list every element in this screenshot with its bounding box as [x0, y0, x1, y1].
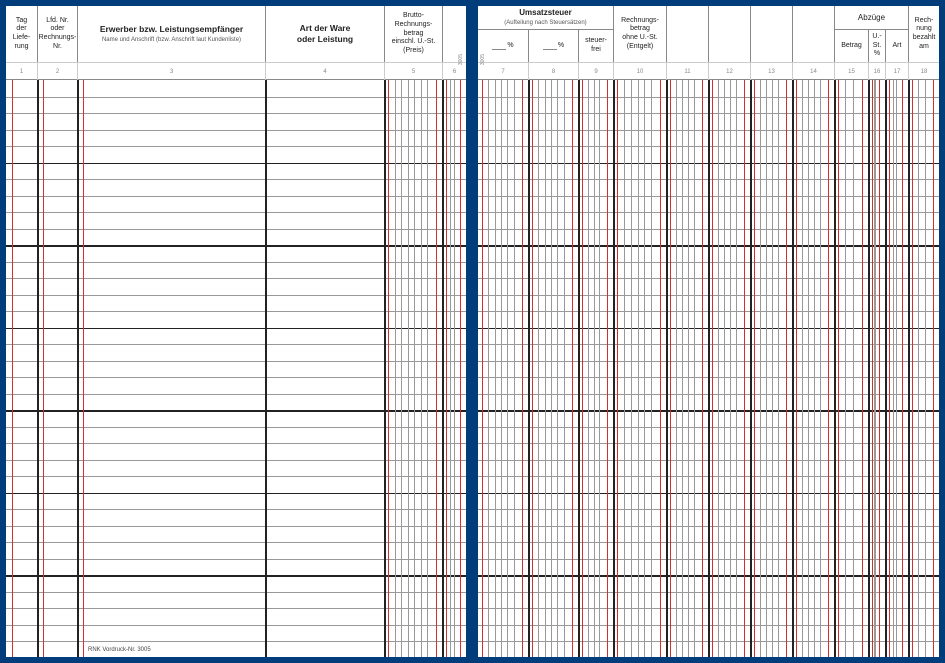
- grid-right: [478, 80, 939, 657]
- side-label-left: 3005: [458, 54, 464, 65]
- col-header-11: [666, 6, 708, 62]
- col-header-14: [792, 6, 834, 62]
- col-num-15: 15: [834, 63, 868, 81]
- col-header-2: Lfd. Nr.oderRechnungs-Nr.: [37, 6, 77, 62]
- col-num-6: 6: [442, 63, 466, 81]
- col-num-18: 18: [908, 63, 939, 81]
- col-header-10: Rechnungs-betragohne U.-St.(Entgelt): [613, 6, 666, 62]
- col-num-8: 8: [528, 63, 578, 81]
- group-umsatzsteuer: Umsatzsteuer(Aufteilung nach Steuersätze…: [478, 6, 613, 30]
- col-header-5: Brutto-Rechnungs-betrageinschl. U.-St.(P…: [384, 6, 442, 62]
- col-num-4: 4: [265, 63, 384, 81]
- col-num-2: 2: [37, 63, 77, 81]
- col-header-9: steuer-frei: [578, 30, 613, 62]
- col-header-4: Art der Wareoder Leistung: [265, 6, 384, 62]
- col-num-11: 11: [666, 63, 708, 81]
- col-header-8: %: [528, 30, 578, 62]
- col-num-12: 12: [708, 63, 750, 81]
- col-header-18: Rech-nungbezahltam: [908, 6, 939, 62]
- col-header-3: Erwerber bzw. LeistungsempfängerName und…: [77, 6, 265, 62]
- col-num-17: 17: [885, 63, 908, 81]
- header-left: TagderLiefe-rungLfd. Nr.oderRechnungs-Nr…: [6, 6, 466, 80]
- col-num-13: 13: [750, 63, 792, 81]
- ledger-page-left: TagderLiefe-rungLfd. Nr.oderRechnungs-Nr…: [6, 6, 466, 657]
- col-header-17: Art: [885, 30, 908, 62]
- col-num-7: 7: [478, 63, 528, 81]
- ledger-page-right: Umsatzsteuer(Aufteilung nach Steuersätze…: [478, 6, 939, 657]
- col-header-16: U.-St.%: [868, 30, 885, 62]
- header-right: Umsatzsteuer(Aufteilung nach Steuersätze…: [478, 6, 939, 80]
- col-header-15: Betrag: [834, 30, 868, 62]
- col-num-3: 3: [77, 63, 265, 81]
- col-header-1: TagderLiefe-rung: [6, 6, 37, 62]
- col-num-5: 5: [384, 63, 442, 81]
- group-abzuge: Abzüge: [834, 6, 908, 30]
- col-num-16: 16: [868, 63, 885, 81]
- form-number: RNK Vordruck-Nr. 3005: [88, 647, 151, 653]
- col-num-9: 9: [578, 63, 613, 81]
- grid-left: [6, 80, 466, 657]
- col-num-10: 10: [613, 63, 666, 81]
- side-label-right: 3005: [480, 54, 486, 65]
- col-num-14: 14: [792, 63, 834, 81]
- col-header-13: [750, 6, 792, 62]
- col-header-12: [708, 6, 750, 62]
- col-num-1: 1: [6, 63, 37, 81]
